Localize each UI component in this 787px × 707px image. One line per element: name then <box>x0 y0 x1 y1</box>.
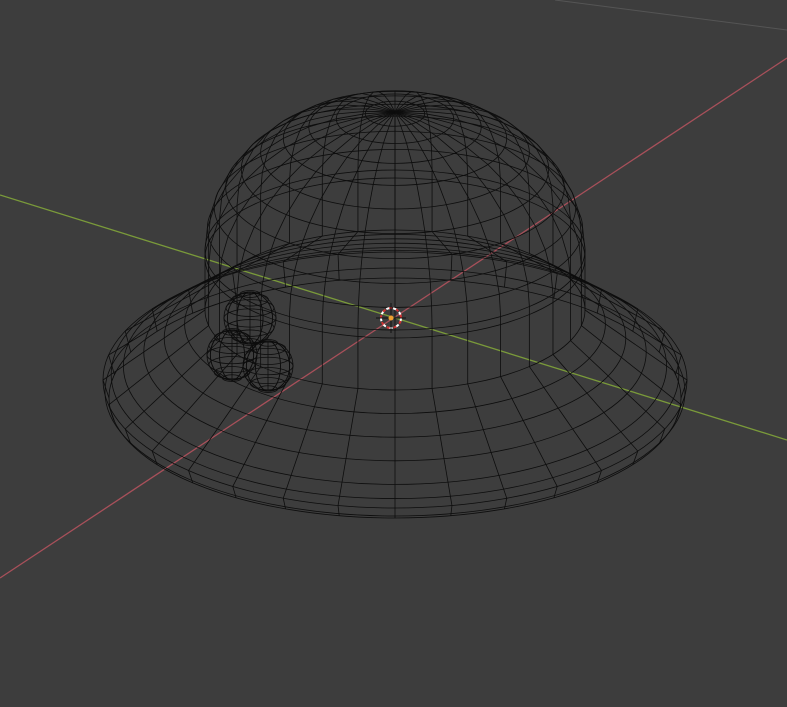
brim-edge <box>504 498 508 509</box>
brim-edge <box>581 294 682 356</box>
brim-edge <box>431 388 453 506</box>
origin-dot <box>388 315 394 321</box>
dome-meridian <box>357 111 396 329</box>
grid-line <box>554 0 787 31</box>
brim-edge <box>188 366 261 471</box>
brim-edge <box>553 273 558 299</box>
viewport-canvas[interactable] <box>0 0 787 707</box>
brim-edge <box>282 498 286 509</box>
dome-meridian <box>394 111 571 281</box>
dome-meridian <box>260 111 396 307</box>
brim-edge <box>337 388 359 506</box>
brim-edge <box>529 366 602 471</box>
brim-edge <box>337 254 340 281</box>
brim-edge <box>102 309 206 381</box>
brim-edge <box>108 294 209 356</box>
brim-edge <box>552 354 639 452</box>
brim-edge <box>337 231 359 255</box>
dome-meridian <box>394 111 530 307</box>
dome-meridian <box>219 111 396 281</box>
brim-edge <box>584 309 688 381</box>
brim-edge <box>450 505 453 516</box>
3d-viewport[interactable] <box>0 0 787 707</box>
brim-edge <box>337 505 340 516</box>
brim-edge <box>570 340 666 430</box>
brim-edge <box>124 340 220 430</box>
brim-edge <box>553 486 558 498</box>
brim-edge <box>431 231 453 255</box>
brim-edge <box>124 428 132 445</box>
brim-edge <box>450 254 453 281</box>
brim-edge <box>188 253 261 290</box>
hat-wireframe[interactable] <box>102 90 688 519</box>
brim-edge <box>232 486 237 498</box>
brim-edge <box>504 261 508 288</box>
brim-edge <box>596 289 602 314</box>
brim-edge <box>232 273 237 299</box>
brim-edge <box>188 289 194 314</box>
brim-edge <box>151 354 238 452</box>
brim-edge <box>658 428 666 445</box>
